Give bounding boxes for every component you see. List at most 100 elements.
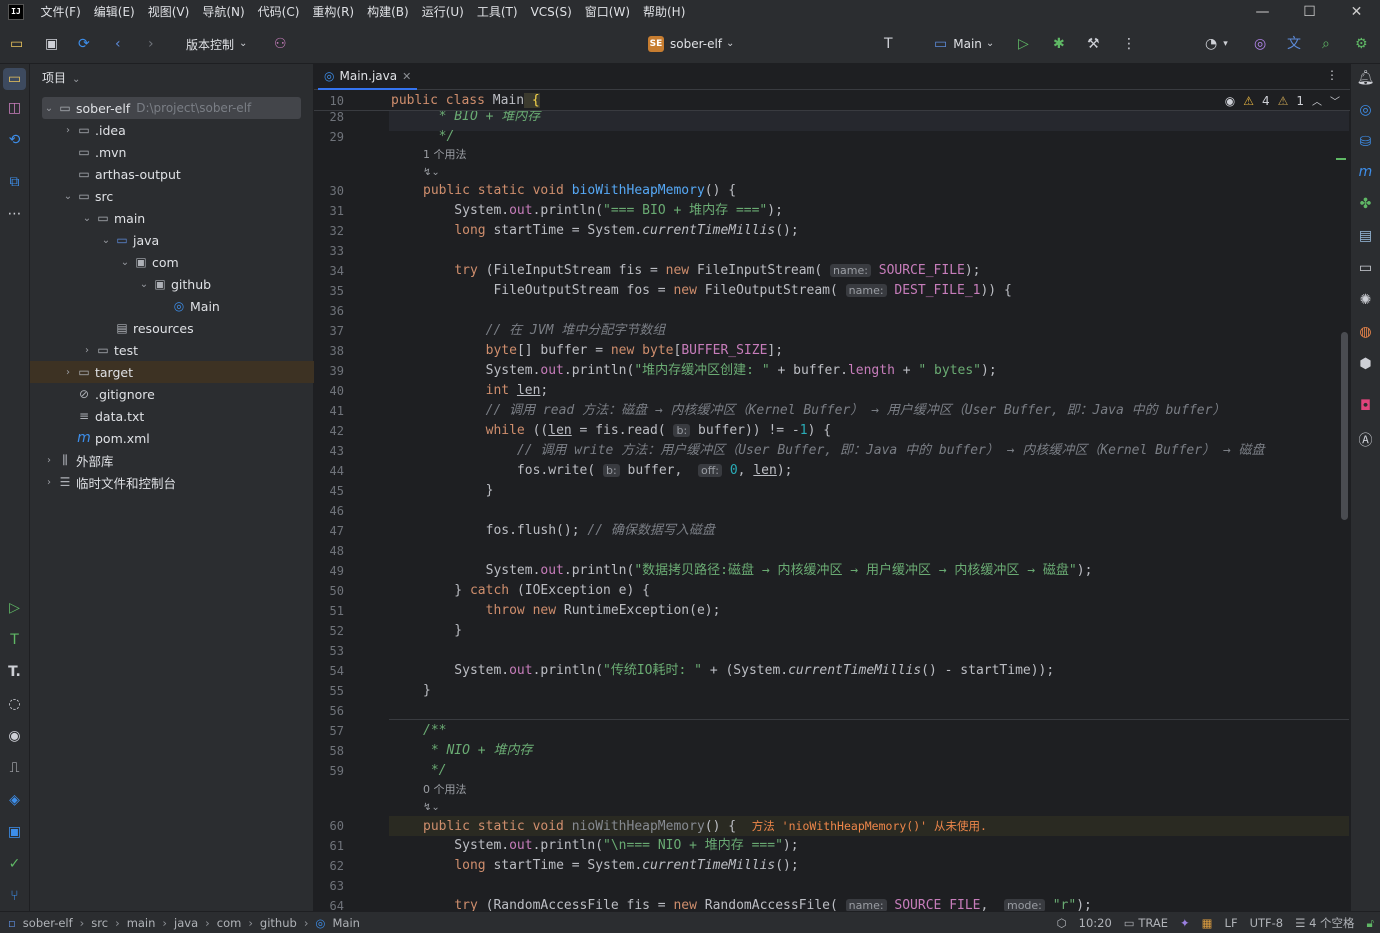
tree-item[interactable]: ⌄ ▭ src — [30, 185, 314, 207]
editor-scrollbar[interactable] — [1341, 332, 1348, 520]
build-hammer-icon[interactable]: T — [884, 34, 893, 54]
tree-item[interactable]: ◎ Main — [30, 295, 314, 317]
menu-item[interactable]: 工具(T) — [470, 0, 524, 24]
tree-item[interactable]: ⌄ ▣ github — [30, 273, 314, 295]
expand-arrow-icon[interactable]: › — [61, 125, 75, 136]
save-icon[interactable]: ▣ — [45, 34, 58, 54]
expand-arrow-icon[interactable]: ⌄ — [137, 279, 151, 290]
tree-item[interactable]: ▭ .mvn — [30, 141, 314, 163]
tree-item[interactable]: › ⫼ 外部库 — [30, 449, 314, 471]
menu-item[interactable]: 文件(F) — [34, 0, 87, 24]
project-selector[interactable]: SE sober-elf ⌄ — [648, 34, 734, 54]
menu-item[interactable]: 窗口(W) — [578, 0, 636, 24]
chevron-down-icon[interactable]: ﹀ — [1330, 93, 1340, 108]
menu-item[interactable]: 导航(N) — [196, 0, 251, 24]
codeium-icon[interactable]: ✺ — [1351, 292, 1380, 308]
extension-icon[interactable]: ⬢ — [1351, 356, 1380, 372]
close-tab-icon[interactable]: ✕ — [402, 70, 411, 83]
ai-assistant-icon[interactable]: ◎ — [1254, 34, 1266, 54]
breadcrumb-item[interactable]: Main — [332, 916, 359, 930]
tab-options-icon[interactable]: ⋮ — [1326, 68, 1338, 82]
more-tools-icon[interactable]: ⋯ — [0, 206, 29, 222]
tree-item[interactable]: ⊘ .gitignore — [30, 383, 314, 405]
more-icon[interactable]: ⋮ — [1122, 34, 1136, 54]
tree-item[interactable]: › ▭ .idea — [30, 119, 314, 141]
problems-icon[interactable]: ◌ — [0, 696, 29, 712]
arthas-icon[interactable]: ◍ — [1351, 324, 1380, 340]
tree-item[interactable]: › ▭ test — [30, 339, 314, 361]
services-icon[interactable]: ◉ — [0, 728, 29, 744]
build-tool-icon[interactable]: T — [0, 632, 29, 648]
structure-icon[interactable]: ⧉ — [0, 174, 29, 190]
sticky-scroll-header[interactable]: 10 public class Main { ◉ ⚠ 4 ⚠ 1 ︿ ﹀ — [314, 91, 1350, 111]
plugin-icon[interactable]: ✤ — [1351, 196, 1380, 212]
vcs-menu[interactable]: 版本控制 ⌄ — [186, 34, 247, 54]
search-icon[interactable]: ⌕ — [1322, 34, 1330, 54]
tree-item[interactable]: ▭ arthas-output — [30, 163, 314, 185]
sync-icon[interactable]: ⟳ — [78, 34, 90, 54]
open-folder-icon[interactable]: ▭ — [10, 34, 23, 54]
expand-arrow-icon[interactable]: › — [80, 345, 94, 356]
intellij-logo-icon[interactable]: IJ — [8, 4, 24, 20]
terminal-icon[interactable]: ▣ — [0, 824, 29, 840]
indent-setting[interactable]: ☰ 4 个空格 — [1295, 915, 1354, 931]
menu-item[interactable]: VCS(S) — [524, 0, 578, 24]
add-user-icon[interactable]: ⚇ — [274, 34, 287, 54]
power-save-icon[interactable]: ⬡ — [1057, 916, 1067, 930]
breadcrumb-item[interactable]: sober-elf — [23, 916, 73, 930]
check-icon[interactable]: ✓ — [0, 856, 29, 872]
settings-icon[interactable]: ⚙ — [1355, 34, 1368, 54]
breadcrumb-item[interactable]: github — [260, 916, 297, 930]
breadcrumb-item[interactable]: java — [174, 916, 198, 930]
todo-icon[interactable]: T. — [0, 664, 29, 680]
debug-icon[interactable]: ✱ — [1053, 34, 1065, 54]
lock-icon[interactable]: 🔓︎ — [1367, 916, 1374, 931]
windows-icon[interactable]: ▦ — [1202, 916, 1213, 930]
endpoints-icon[interactable]: ⎍ — [0, 760, 29, 776]
inspection-widget[interactable]: ◉ ⚠ 4 ⚠ 1 ︿ ﹀ — [1225, 93, 1340, 109]
expand-arrow-icon[interactable]: › — [42, 477, 56, 488]
breadcrumb-item[interactable]: com — [217, 916, 242, 930]
chevron-up-icon[interactable]: ︿ — [1312, 93, 1322, 108]
code-vision-icon[interactable]: ↯⌄ — [423, 798, 440, 818]
ai-chat-icon[interactable]: ◎ — [1351, 102, 1380, 118]
code-vision-icon[interactable]: ↯⌄ — [423, 163, 440, 183]
run-icon[interactable]: ▷ — [1018, 34, 1029, 54]
database-icon[interactable]: ⛁ — [1351, 134, 1380, 150]
maximize-icon[interactable]: ☐ — [1286, 0, 1333, 24]
build-icon[interactable]: ⚒ — [1087, 34, 1100, 54]
menu-item[interactable]: 视图(V) — [141, 0, 196, 24]
tab-main-java[interactable]: ◎ Main.java ✕ — [318, 64, 418, 90]
pull-requests-icon[interactable]: ⟲ — [0, 132, 29, 148]
tree-item[interactable]: ⌄ ▭ sober-elf D:\project\sober-elf — [42, 97, 301, 119]
expand-arrow-icon[interactable]: ⌄ — [80, 213, 94, 224]
usages-hint[interactable]: 0 个用法 — [423, 780, 467, 800]
run-tool-icon[interactable]: ▷ — [0, 600, 29, 616]
minimize-icon[interactable]: — — [1239, 0, 1286, 24]
profiler-icon[interactable]: ◔ ▾ — [1205, 34, 1228, 54]
tree-item[interactable]: › ☰ 临时文件和控制台 — [30, 471, 314, 493]
menu-item[interactable]: 代码(C) — [251, 0, 306, 24]
breadcrumb-item[interactable]: main — [127, 916, 156, 930]
breadcrumb-item[interactable]: src — [91, 916, 108, 930]
forward-icon[interactable]: › — [148, 34, 154, 54]
menu-item[interactable]: 帮助(H) — [637, 0, 692, 24]
star-icon[interactable]: ✦ — [1180, 916, 1190, 930]
trae-indicator[interactable]: ▭ TRAE — [1124, 916, 1168, 930]
project-panel-header[interactable]: 项目 ⌄ — [42, 69, 80, 86]
tree-item[interactable]: m pom.xml — [30, 427, 314, 449]
commit-tool-icon[interactable]: ◫ — [0, 100, 29, 116]
menu-item[interactable]: 运行(U) — [415, 0, 470, 24]
expand-arrow-icon[interactable]: › — [42, 455, 56, 466]
notes-icon[interactable]: ▤ — [1351, 228, 1380, 244]
notifications-icon[interactable]: 🔔︎ — [1351, 70, 1380, 86]
run-config-selector[interactable]: ▭ Main ⌄ — [934, 34, 994, 54]
database-changes-icon[interactable]: ◈ — [0, 792, 29, 808]
code-view[interactable]: 1 个用法 ↯⌄ 0 个用法 ↯⌄ 28 * BIO + 堆内存 29 */ 30 p… — [314, 111, 1350, 911]
maven-icon[interactable]: m — [1351, 164, 1380, 180]
expand-arrow-icon[interactable]: ⌄ — [42, 103, 56, 114]
tree-item[interactable]: ⌄ ▭ java — [30, 229, 314, 251]
caret-position[interactable]: 10:20 — [1079, 916, 1112, 930]
menu-item[interactable]: 构建(B) — [361, 0, 416, 24]
menu-item[interactable]: 重构(R) — [306, 0, 361, 24]
